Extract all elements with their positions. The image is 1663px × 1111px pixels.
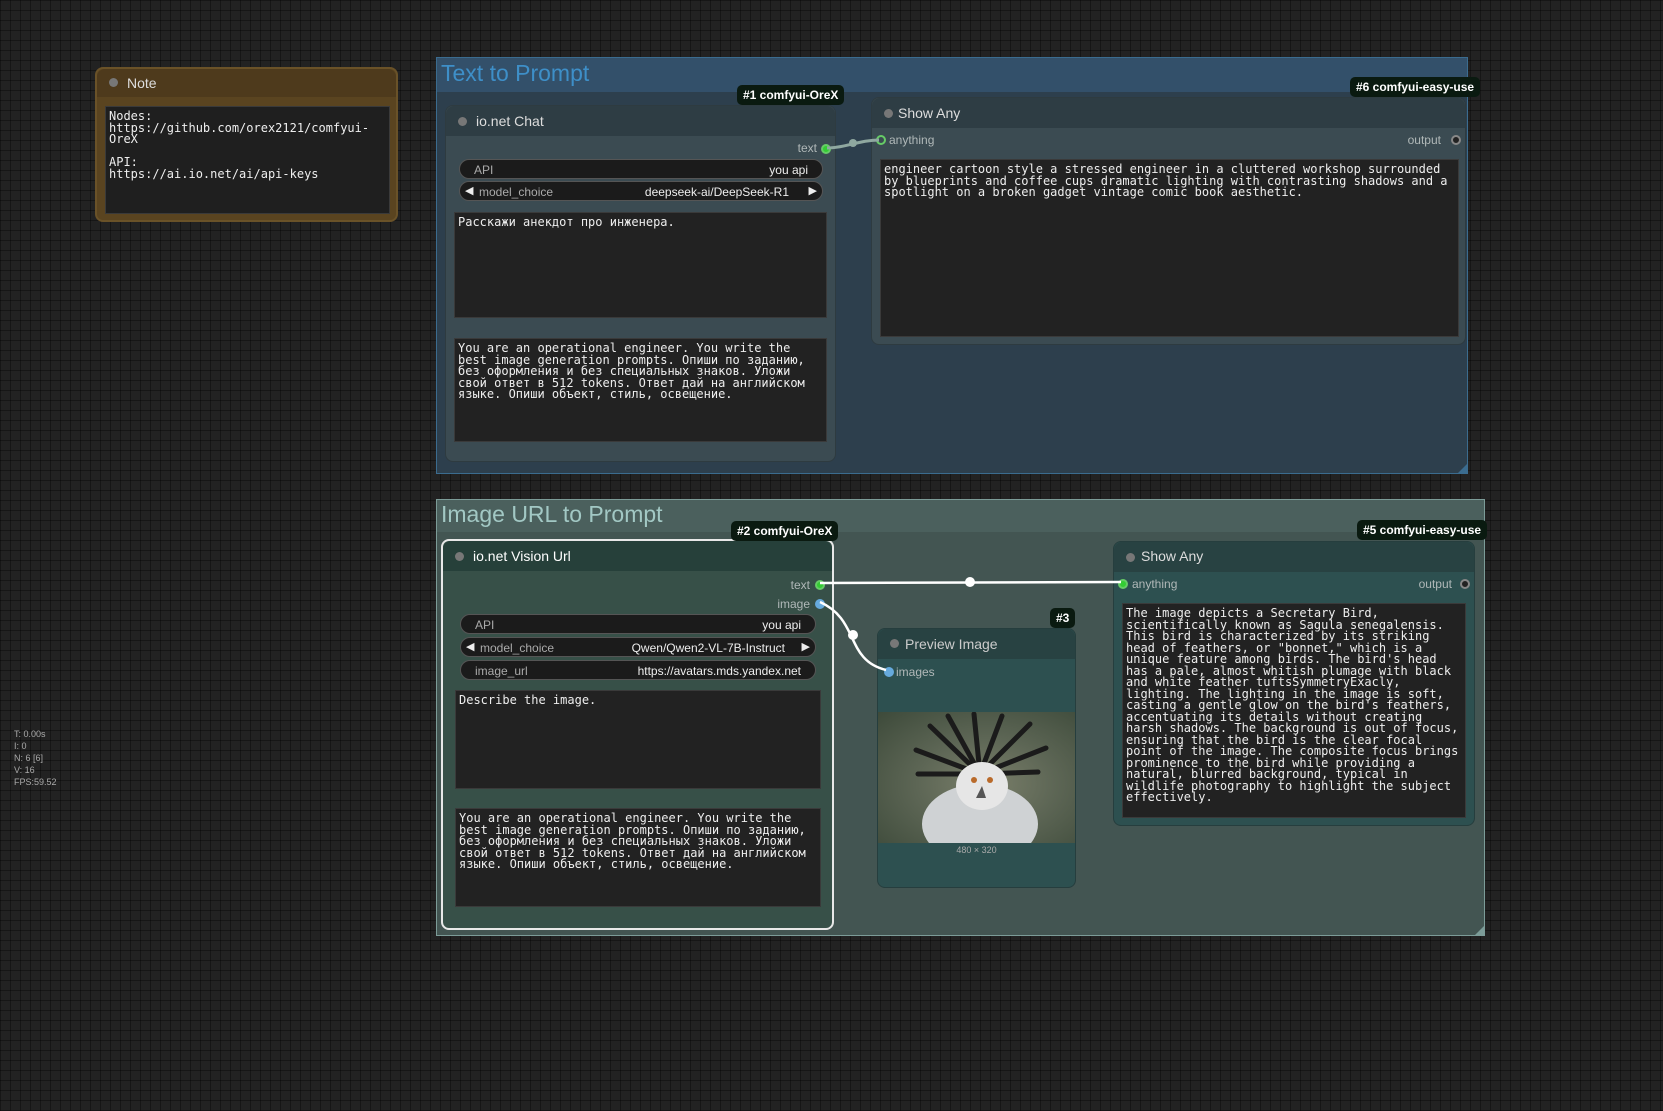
- collapse-dot-icon[interactable]: [890, 639, 899, 648]
- output-label: output: [1407, 133, 1441, 147]
- node-title: Show Any: [1141, 548, 1204, 564]
- node-badge: #3: [1050, 608, 1076, 628]
- arrow-left-icon[interactable]: ◀: [466, 640, 474, 653]
- group-title[interactable]: Image URL to Prompt: [441, 501, 663, 528]
- output-label: output: [1418, 577, 1452, 591]
- node-header[interactable]: Show Any: [872, 98, 1465, 128]
- prompt-textarea[interactable]: Расскажи анекдот про инженера.: [454, 212, 827, 318]
- model-label: model_choice: [480, 641, 555, 655]
- show-any-text[interactable]: The image depicts a Secretary Bird, scie…: [1122, 603, 1466, 818]
- node-title: io.net Vision Url: [473, 548, 571, 564]
- node-title: io.net Chat: [476, 113, 544, 129]
- model-choice-combo[interactable]: ◀ model_choice Qwen/Qwen2-VL-7B-Instruct…: [460, 637, 816, 657]
- image-url-label: image_url: [475, 664, 528, 678]
- node-badge: #2 comfyui-OreX: [731, 521, 839, 541]
- input-anything-label: anything: [1132, 577, 1178, 591]
- show-any-node[interactable]: Show Any anything output The image depic…: [1113, 541, 1475, 826]
- node-header[interactable]: Show Any: [1114, 542, 1474, 572]
- node-badge: #1 comfyui-OreX: [737, 85, 845, 105]
- note-title: Note: [127, 75, 157, 91]
- output-pin[interactable]: [1451, 135, 1461, 145]
- node-badge: #5 comfyui-easy-use: [1357, 520, 1488, 540]
- collapse-dot-icon[interactable]: [109, 78, 118, 87]
- image-url-value: https://avatars.mds.yandex.net: [637, 664, 801, 678]
- input-images-pin[interactable]: [884, 667, 894, 677]
- api-label: API: [475, 618, 495, 632]
- render-stats: T: 0.00s I: 0 N: 6 [6] V: 16 FPS:59.52: [14, 728, 57, 788]
- node-title: Preview Image: [905, 636, 998, 652]
- model-value: deepseek-ai/DeepSeek-R1: [644, 185, 789, 199]
- stat-time: T: 0.00s: [14, 729, 46, 739]
- input-anything-pin[interactable]: [1118, 579, 1128, 589]
- io-net-vision-url-node[interactable]: io.net Vision Url text image API you api…: [441, 539, 834, 930]
- group-title[interactable]: Text to Prompt: [441, 60, 589, 87]
- model-label: model_choice: [479, 185, 554, 199]
- output-image-label: image: [777, 597, 810, 611]
- node-title: Show Any: [898, 105, 961, 121]
- note-header[interactable]: Note: [97, 69, 396, 97]
- collapse-dot-icon[interactable]: [884, 109, 893, 118]
- api-value: you api: [769, 163, 808, 177]
- api-label: API: [474, 163, 494, 177]
- note-node[interactable]: Note Nodes: https://github.com/orex2121/…: [95, 67, 398, 222]
- output-pin[interactable]: [1460, 579, 1470, 589]
- model-choice-combo[interactable]: ◀ model_choice deepseek-ai/DeepSeek-R1 ▶: [459, 181, 823, 201]
- stat-v: V: 16: [14, 765, 35, 775]
- system-prompt-textarea[interactable]: You are an operational engineer. You wri…: [455, 808, 821, 907]
- preview-image-node[interactable]: Preview Image images 480 × 320: [877, 628, 1076, 888]
- secretary-bird-icon: [913, 712, 1049, 843]
- arrow-right-icon[interactable]: ▶: [802, 640, 810, 653]
- collapse-dot-icon[interactable]: [455, 552, 464, 561]
- output-text-pin[interactable]: [821, 144, 831, 154]
- output-text-pin[interactable]: [815, 580, 825, 590]
- stat-fps: FPS:59.52: [14, 777, 57, 787]
- input-anything-label: anything: [889, 133, 935, 147]
- resize-handle-icon[interactable]: [1475, 926, 1484, 935]
- arrow-left-icon[interactable]: ◀: [465, 184, 473, 197]
- system-prompt-textarea[interactable]: You are an operational engineer. You wri…: [454, 338, 827, 442]
- api-widget[interactable]: API you api: [460, 614, 816, 634]
- model-value: Qwen/Qwen2-VL-7B-Instruct: [631, 641, 785, 655]
- collapse-dot-icon[interactable]: [458, 117, 467, 126]
- show-any-text[interactable]: engineer cartoon style a stressed engine…: [880, 159, 1459, 337]
- preview-image: [878, 712, 1075, 843]
- stat-nodes: N: 6 [6]: [14, 753, 44, 763]
- stat-i: I: 0: [14, 741, 27, 751]
- resize-handle-icon[interactable]: [1458, 464, 1467, 473]
- api-value: you api: [762, 618, 801, 632]
- collapse-dot-icon[interactable]: [1126, 553, 1135, 562]
- note-text[interactable]: Nodes: https://github.com/orex2121/comfy…: [105, 106, 390, 214]
- image-size-label: 480 × 320: [956, 845, 997, 855]
- show-any-node[interactable]: Show Any anything output engineer cartoo…: [871, 97, 1466, 345]
- node-badge: #6 comfyui-easy-use: [1350, 77, 1481, 97]
- api-widget[interactable]: API you api: [459, 159, 823, 179]
- output-image-pin[interactable]: [815, 599, 825, 609]
- node-header[interactable]: io.net Vision Url: [443, 541, 832, 571]
- arrow-right-icon[interactable]: ▶: [809, 184, 817, 197]
- output-text-label: text: [790, 578, 810, 592]
- input-images-label: images: [896, 665, 935, 679]
- io-net-chat-node[interactable]: io.net Chat text API you api ◀ model_cho…: [445, 105, 836, 462]
- input-anything-pin[interactable]: [876, 135, 886, 145]
- node-header[interactable]: Preview Image: [878, 629, 1075, 659]
- image-url-widget[interactable]: image_url https://avatars.mds.yandex.net: [460, 660, 816, 680]
- output-text-label: text: [797, 141, 817, 155]
- node-header[interactable]: io.net Chat: [446, 106, 835, 136]
- prompt-textarea[interactable]: Describe the image.: [455, 690, 821, 789]
